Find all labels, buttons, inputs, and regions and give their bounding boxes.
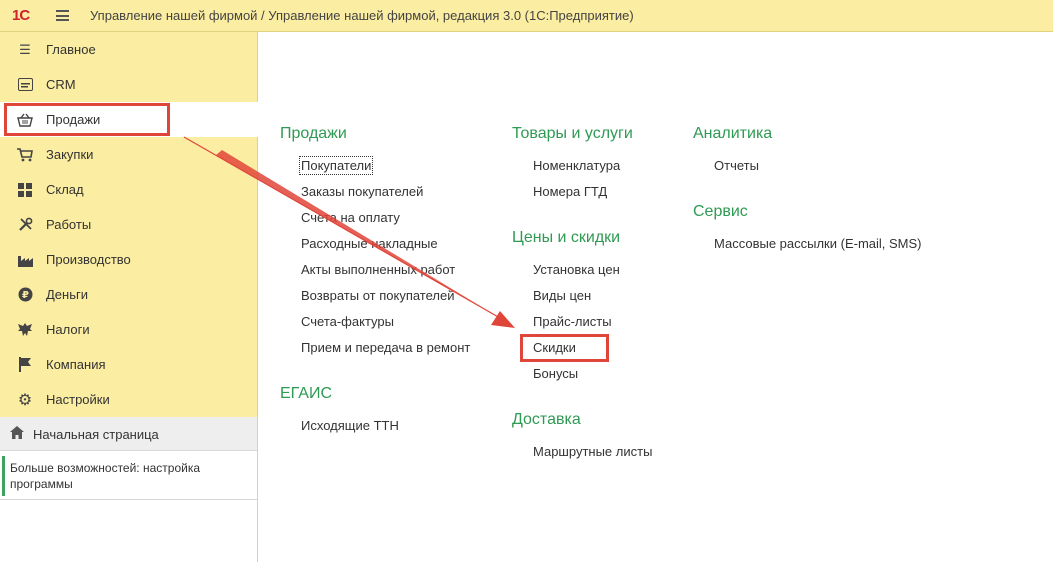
sidebar-item-purchases[interactable]: Закупки (0, 137, 258, 172)
link-nomenclature[interactable]: Номенклатура (533, 158, 620, 173)
sidebar-item-label: Главное (46, 42, 96, 57)
title-bar: 1С Управление нашей фирмой / Управление … (0, 0, 1053, 32)
link-customer-returns[interactable]: Возвраты от покупателей (301, 288, 455, 303)
sidebar-item-label: Работы (46, 217, 92, 232)
sidebar-item-label: Деньги (46, 287, 88, 302)
link-sales-invoices[interactable]: Расходные накладные (301, 236, 438, 251)
sidebar-empty-area (0, 500, 258, 562)
factory-icon (17, 252, 33, 268)
link-price-types[interactable]: Виды цен (533, 288, 591, 303)
sidebar-item-label: Налоги (46, 322, 90, 337)
link-gtd-numbers[interactable]: Номера ГТД (533, 184, 607, 199)
window-title: Управление нашей фирмой / Управление наш… (90, 8, 634, 23)
link-route-sheets[interactable]: Маршрутные листы (533, 444, 652, 459)
flag-icon (17, 357, 33, 373)
home-page-link[interactable]: Начальная страница (0, 417, 258, 451)
more-features-link[interactable]: Больше возможностей: настройка программы (0, 451, 258, 500)
sidebar-item-crm[interactable]: CRM (0, 67, 258, 102)
sidebar-item-company[interactable]: Компания (0, 347, 258, 382)
sidebar-item-warehouse[interactable]: Склад (0, 172, 258, 207)
section-title-delivery: Доставка (512, 411, 581, 428)
cart-icon (17, 147, 33, 163)
highlight-box-sales (4, 103, 170, 136)
sidebar-item-label: Склад (46, 182, 84, 197)
sidebar-item-label: Настройки (46, 392, 110, 407)
eagle-icon (17, 322, 33, 338)
tools-icon (17, 217, 33, 233)
section-title-egais: ЕГАИС (280, 385, 332, 402)
gear-icon: ⚙ (17, 391, 33, 409)
menu-icon[interactable] (56, 10, 69, 21)
link-set-prices[interactable]: Установка цен (533, 262, 620, 277)
svg-text:₽: ₽ (22, 290, 29, 301)
sidebar-item-main[interactable]: ☰ Главное (0, 32, 258, 67)
sidebar-item-taxes[interactable]: Налоги (0, 312, 258, 347)
sidebar-item-settings[interactable]: ⚙ Настройки (0, 382, 258, 417)
home-page-label: Начальная страница (33, 427, 159, 442)
link-work-acts[interactable]: Акты выполненных работ (301, 262, 455, 277)
app-logo: 1С (12, 7, 30, 24)
link-tax-invoices[interactable]: Счета-фактуры (301, 314, 394, 329)
sidebar-item-label: Производство (46, 252, 131, 267)
section-title-sales: Продажи (280, 125, 347, 142)
link-bonuses[interactable]: Бонусы (533, 366, 578, 381)
ruble-icon: ₽ (17, 287, 33, 303)
sidebar-item-label: CRM (46, 77, 76, 92)
id-card-icon (17, 77, 33, 93)
sidebar-item-production[interactable]: Производство (0, 242, 258, 277)
more-features-label: Больше возможностей: настройка программы (10, 461, 201, 491)
sidebar-item-label: Компания (46, 357, 106, 372)
section-title-goods: Товары и услуги (512, 125, 633, 142)
section-title-prices: Цены и скидки (512, 229, 621, 246)
section-title-service: Сервис (693, 203, 748, 220)
list-icon: ☰ (19, 41, 31, 57)
link-price-lists[interactable]: Прайс-листы (533, 314, 612, 329)
sidebar: ☰ Главное CRM Продажи Закупки Склад Рабо… (0, 32, 258, 417)
home-icon (10, 426, 24, 442)
grid-icon (17, 182, 33, 198)
link-invoices-for-payment[interactable]: Счета на оплату (301, 210, 400, 225)
link-mass-mailings[interactable]: Массовые рассылки (E-mail, SMS) (714, 236, 922, 251)
link-outgoing-ttn[interactable]: Исходящие ТТН (301, 418, 399, 433)
section-title-analytics: Аналитика (693, 125, 773, 142)
link-reports[interactable]: Отчеты (714, 158, 759, 173)
sidebar-item-label: Закупки (46, 147, 94, 162)
highlight-box-discounts (520, 334, 609, 362)
accent-bar (2, 456, 5, 496)
sidebar-item-works[interactable]: Работы (0, 207, 258, 242)
link-customers[interactable]: Покупатели (298, 156, 374, 175)
sidebar-item-money[interactable]: ₽ Деньги (0, 277, 258, 312)
link-customer-orders[interactable]: Заказы покупателей (301, 184, 423, 199)
link-repair-transfer[interactable]: Прием и передача в ремонт (301, 340, 470, 355)
